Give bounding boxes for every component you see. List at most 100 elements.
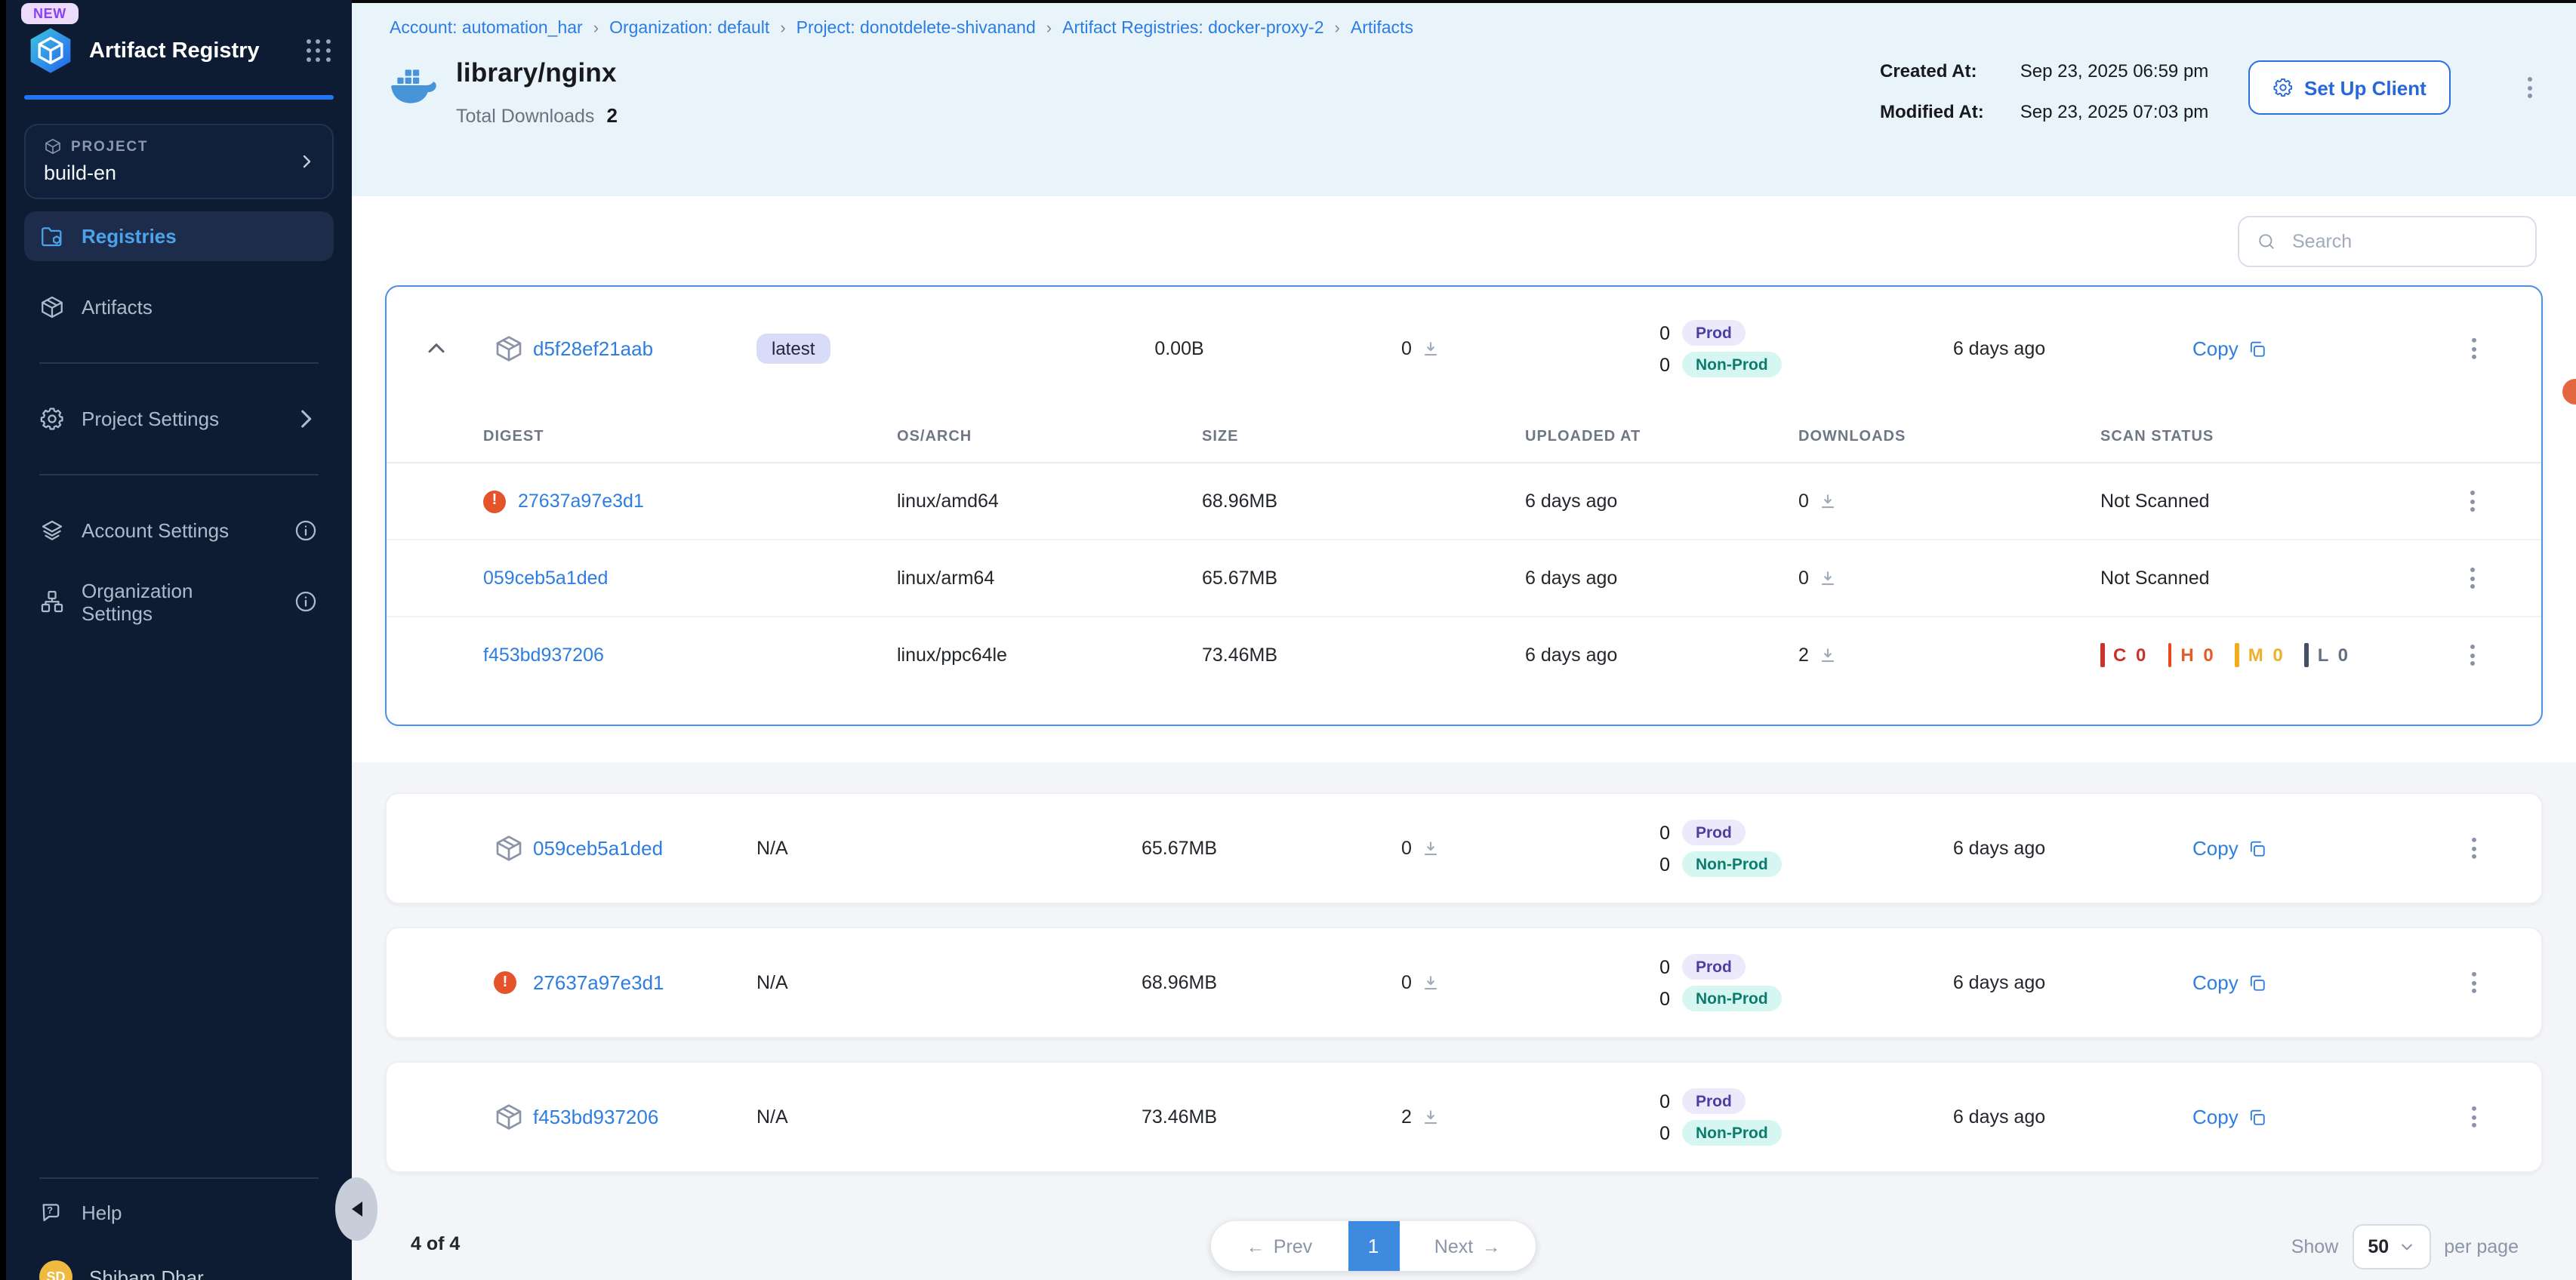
artifact-age: 6 days ago <box>1915 338 2084 359</box>
digest-link[interactable]: 27637a97e3d1 <box>518 491 644 512</box>
row-overflow-menu[interactable] <box>2467 833 2481 863</box>
sidebar-divider <box>39 362 319 364</box>
row-overflow-menu[interactable] <box>2467 334 2481 364</box>
digest-link[interactable]: f453bd937206 <box>483 645 604 666</box>
page-size-select[interactable]: 50 <box>2352 1224 2430 1269</box>
sidebar-item-organization-settings[interactable]: Organization Settings <box>24 577 334 626</box>
download-icon <box>1818 568 1838 588</box>
downloads-count: 0 <box>1798 568 2100 589</box>
prod-count: 0 <box>1655 956 1670 977</box>
artifact-id-link[interactable]: f453bd937206 <box>533 1106 658 1128</box>
artifact-row: 059ceb5a1ded N/A 65.67MB 0 0Prod 0Non-Pr… <box>385 792 2543 904</box>
sidebar-item-registries[interactable]: Registries <box>24 211 334 261</box>
copy-icon <box>2248 1106 2269 1128</box>
digest-row: 059ceb5a1ded linux/arm64 65.67MB 6 days … <box>387 540 2541 617</box>
search-input[interactable] <box>2289 229 2538 254</box>
copy-button[interactable]: Copy <box>2192 337 2269 360</box>
row-overflow-menu[interactable] <box>2442 563 2502 593</box>
page-size-control: Show 50 per page <box>2291 1224 2519 1269</box>
sidebar-item-help[interactable]: ? Help <box>24 1188 334 1238</box>
total-downloads-label: Total Downloads <box>456 105 594 126</box>
sidebar-item-label: Registries <box>82 225 177 248</box>
set-up-client-button[interactable]: Set Up Client <box>2248 60 2451 115</box>
nonprod-count: 0 <box>1655 854 1670 875</box>
modified-at-label: Modified At: <box>1880 101 1984 122</box>
brand-underline <box>24 95 334 100</box>
breadcrumb-account[interactable]: Account: automation_har <box>390 20 583 38</box>
row-overflow-menu[interactable] <box>2442 486 2502 516</box>
sidebar-item-account-settings[interactable]: Account Settings <box>24 506 334 555</box>
digest-size: 65.67MB <box>1202 568 1525 589</box>
digest-link[interactable]: 059ceb5a1ded <box>483 568 608 589</box>
artifact-size: 0.00B <box>1066 338 1293 359</box>
copy-button[interactable]: Copy <box>2192 1106 2269 1128</box>
page-title: library/nginx <box>456 57 618 89</box>
uploaded-at: 6 days ago <box>1525 645 1798 666</box>
warning-icon: ! <box>483 490 506 512</box>
column-header-downloads: DOWNLOADS <box>1798 428 2100 445</box>
download-icon <box>1818 491 1838 511</box>
digest-row: ! 27637a97e3d1 linux/amd64 68.96MB 6 day… <box>387 463 2541 540</box>
tag-badge: latest <box>756 334 830 364</box>
page-header: Account: automation_har› Organization: d… <box>352 0 2576 196</box>
project-selector[interactable]: PROJECT build-en <box>24 124 334 199</box>
uploaded-at: 6 days ago <box>1525 568 1798 589</box>
artifact-registry-logo-icon <box>26 26 75 75</box>
breadcrumb-registry[interactable]: Artifact Registries: docker-proxy-2 <box>1062 20 1323 38</box>
user-name: Shibam Dhar <box>89 1266 204 1280</box>
sidebar-item-project-settings[interactable]: Project Settings <box>24 394 334 444</box>
sidebar-item-label: Organization Settings <box>82 579 260 624</box>
chevron-right-icon <box>297 152 316 171</box>
copy-icon <box>2248 338 2269 359</box>
row-overflow-menu[interactable] <box>2467 1102 2481 1132</box>
artifact-id-link[interactable]: 27637a97e3d1 <box>533 971 664 994</box>
info-icon[interactable] <box>293 589 319 614</box>
env-counts: 0Prod 0Non-Prod <box>1655 1082 1782 1152</box>
copy-button[interactable]: Copy <box>2192 837 2269 860</box>
help-chat-icon: ? <box>39 1200 65 1226</box>
downloads-count: 0 <box>1401 972 1441 993</box>
sidebar-item-artifacts[interactable]: Artifacts <box>24 282 334 332</box>
app-title: Artifact Registry <box>89 38 293 63</box>
user-menu[interactable]: SD Shibam Dhar <box>24 1250 334 1280</box>
current-page-button[interactable]: 1 <box>1348 1221 1399 1271</box>
row-overflow-menu[interactable] <box>2467 968 2481 998</box>
copy-button[interactable]: Copy <box>2192 971 2269 994</box>
sidebar-collapse-handle[interactable] <box>335 1177 377 1241</box>
prev-page-button[interactable]: Prev <box>1211 1221 1348 1271</box>
artifact-id-link[interactable]: d5f28ef21aab <box>533 337 653 360</box>
downloads-count: 2 <box>1798 645 2100 666</box>
scan-counts: C 0 H 0 M 0 L 0 <box>2100 643 2442 667</box>
chevron-right-icon <box>293 406 319 432</box>
breadcrumb-artifacts[interactable]: Artifacts <box>1351 20 1413 38</box>
title-row: library/nginx Total Downloads 2 <box>390 57 618 127</box>
package-icon <box>494 334 524 364</box>
sidebar-nav: Registries Artifacts Project Settings Ac… <box>6 211 352 626</box>
breadcrumb-organization[interactable]: Organization: default <box>609 20 769 38</box>
scan-high: H 0 <box>2168 643 2215 667</box>
artifact-id-link[interactable]: 059ceb5a1ded <box>533 837 663 860</box>
next-page-button[interactable]: Next <box>1399 1221 1536 1271</box>
svg-text:?: ? <box>47 1205 53 1216</box>
digest-size: 68.96MB <box>1202 491 1525 512</box>
nonprod-badge: Non-Prod <box>1682 986 1782 1011</box>
column-header-osarch: OS/ARCH <box>897 428 1202 445</box>
set-up-client-label: Set Up Client <box>2304 76 2427 99</box>
collapse-row-button[interactable] <box>423 335 450 362</box>
artifact-size: 73.46MB <box>1066 1106 1293 1128</box>
row-overflow-menu[interactable] <box>2442 640 2502 670</box>
org-chart-icon <box>39 589 65 614</box>
tag-value: N/A <box>756 972 788 993</box>
new-badge: NEW <box>21 3 79 24</box>
prod-badge: Prod <box>1682 1088 1746 1114</box>
total-downloads-value: 2 <box>606 104 617 127</box>
per-page-label: per page <box>2444 1236 2519 1257</box>
expanded-artifact-group: d5f28ef21aab latest 0.00B 0 0Prod 0Non-P… <box>385 285 2543 726</box>
sidebar-item-label: Help <box>82 1202 122 1224</box>
registries-folder-icon <box>39 223 65 249</box>
prod-count: 0 <box>1655 322 1670 343</box>
header-overflow-menu[interactable] <box>2523 72 2537 103</box>
breadcrumb-project[interactable]: Project: donotdelete-shivanand <box>797 20 1036 38</box>
apps-grid-icon[interactable] <box>307 40 332 61</box>
info-icon[interactable] <box>293 518 319 543</box>
